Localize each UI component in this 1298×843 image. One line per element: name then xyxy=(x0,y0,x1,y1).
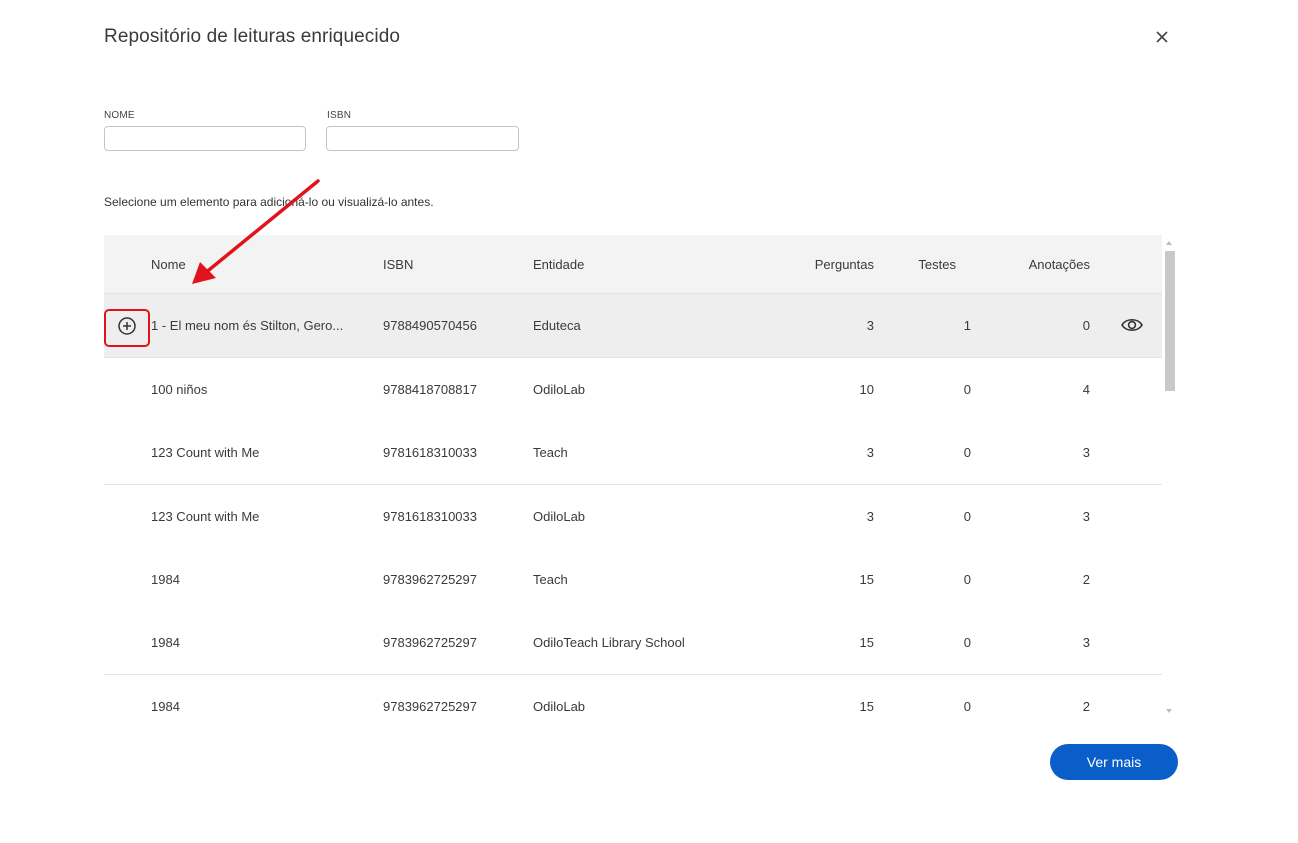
readings-table: Nome ISBN Entidade Perguntas Testes Anot… xyxy=(104,235,1162,720)
cell-anotacoes: 4 xyxy=(1082,382,1090,397)
cell-nome: 123 Count with Me xyxy=(151,445,260,460)
cell-anotacoes: 3 xyxy=(1082,445,1090,460)
table-row[interactable]: 123 Count with Me 9781618310033 OdiloLab… xyxy=(104,485,1162,549)
cell-perguntas: 15 xyxy=(859,572,874,587)
cell-entidade: OdiloTeach Library School xyxy=(533,635,685,650)
table-row[interactable]: 123 Count with Me 9781618310033 Teach 3 … xyxy=(104,421,1162,485)
cell-testes: 0 xyxy=(963,509,971,524)
cell-isbn: 9788418708817 xyxy=(383,382,477,397)
cell-perguntas: 10 xyxy=(859,382,874,397)
cell-entidade: OdiloLab xyxy=(533,382,586,397)
instruction-text: Selecione um elemento para adicioná-lo o… xyxy=(104,195,434,209)
cell-perguntas: 15 xyxy=(859,635,874,650)
cell-entidade: Eduteca xyxy=(533,318,581,333)
scroll-thumb[interactable] xyxy=(1165,251,1175,391)
cell-nome: 123 Count with Me xyxy=(151,509,260,524)
table-scrollbar[interactable] xyxy=(1162,235,1178,720)
table-row[interactable]: 1 - El meu nom és Stilton, Gero... 97884… xyxy=(104,294,1162,358)
cell-nome: 1984 xyxy=(151,635,180,650)
cell-nome: 1 - El meu nom és Stilton, Gero... xyxy=(151,318,344,333)
cell-anotacoes: 0 xyxy=(1082,318,1090,333)
header-nome[interactable]: Nome xyxy=(151,257,186,272)
cell-anotacoes: 3 xyxy=(1082,509,1090,524)
annotation-highlight-box xyxy=(104,309,150,347)
header-isbn[interactable]: ISBN xyxy=(383,257,413,272)
cell-perguntas: 3 xyxy=(866,509,874,524)
table-row[interactable]: 100 niños 9788418708817 OdiloLab 10 0 4 xyxy=(104,358,1162,422)
close-icon xyxy=(1156,31,1168,43)
cell-testes: 0 xyxy=(963,699,971,714)
cell-entidade: Teach xyxy=(533,445,568,460)
cell-isbn: 9781618310033 xyxy=(383,509,477,524)
isbn-filter-label: ISBN xyxy=(327,110,352,121)
cell-testes: 0 xyxy=(963,445,971,460)
cell-testes: 0 xyxy=(963,572,971,587)
cell-perguntas: 3 xyxy=(866,445,874,460)
table-row[interactable]: 1984 9783962725297 OdiloTeach Library Sc… xyxy=(104,611,1162,675)
name-filter-input[interactable] xyxy=(104,126,306,151)
cell-testes: 0 xyxy=(963,382,971,397)
cell-entidade: OdiloLab xyxy=(533,509,586,524)
table-row[interactable]: 1984 9783962725297 OdiloLab 15 0 2 xyxy=(104,675,1162,720)
table-header: Nome ISBN Entidade Perguntas Testes Anot… xyxy=(104,235,1162,294)
header-perguntas[interactable]: Perguntas xyxy=(784,257,874,272)
cell-isbn: 9783962725297 xyxy=(383,572,477,587)
cell-anotacoes: 2 xyxy=(1082,699,1090,714)
cell-anotacoes: 2 xyxy=(1082,572,1090,587)
scroll-up-arrow[interactable] xyxy=(1166,241,1172,245)
isbn-filter-input[interactable] xyxy=(326,126,519,151)
cell-nome: 1984 xyxy=(151,572,180,587)
cell-nome: 1984 xyxy=(151,699,180,714)
cell-isbn: 9783962725297 xyxy=(383,635,477,650)
ver-mais-button[interactable]: Ver mais xyxy=(1050,744,1178,780)
cell-anotacoes: 3 xyxy=(1082,635,1090,650)
cell-isbn: 9783962725297 xyxy=(383,699,477,714)
cell-entidade: OdiloLab xyxy=(533,699,586,714)
table-row[interactable]: 1984 9783962725297 Teach 15 0 2 xyxy=(104,548,1162,612)
cell-isbn: 9781618310033 xyxy=(383,445,477,460)
cell-nome: 100 niños xyxy=(151,382,208,397)
header-anotacoes[interactable]: Anotações xyxy=(1004,257,1090,272)
scroll-down-arrow[interactable] xyxy=(1166,709,1172,713)
header-entidade[interactable]: Entidade xyxy=(533,257,584,272)
eye-icon[interactable] xyxy=(1120,316,1144,334)
close-button[interactable] xyxy=(1150,25,1174,49)
modal-title: Repositório de leituras enriquecido xyxy=(104,26,401,47)
header-testes[interactable]: Testes xyxy=(904,257,956,272)
cell-perguntas: 3 xyxy=(866,318,874,333)
cell-isbn: 9788490570456 xyxy=(383,318,477,333)
cell-entidade: Teach xyxy=(533,572,568,587)
name-filter-label: NOME xyxy=(104,110,135,121)
cell-testes: 1 xyxy=(963,318,971,333)
cell-perguntas: 15 xyxy=(859,699,874,714)
cell-testes: 0 xyxy=(963,635,971,650)
